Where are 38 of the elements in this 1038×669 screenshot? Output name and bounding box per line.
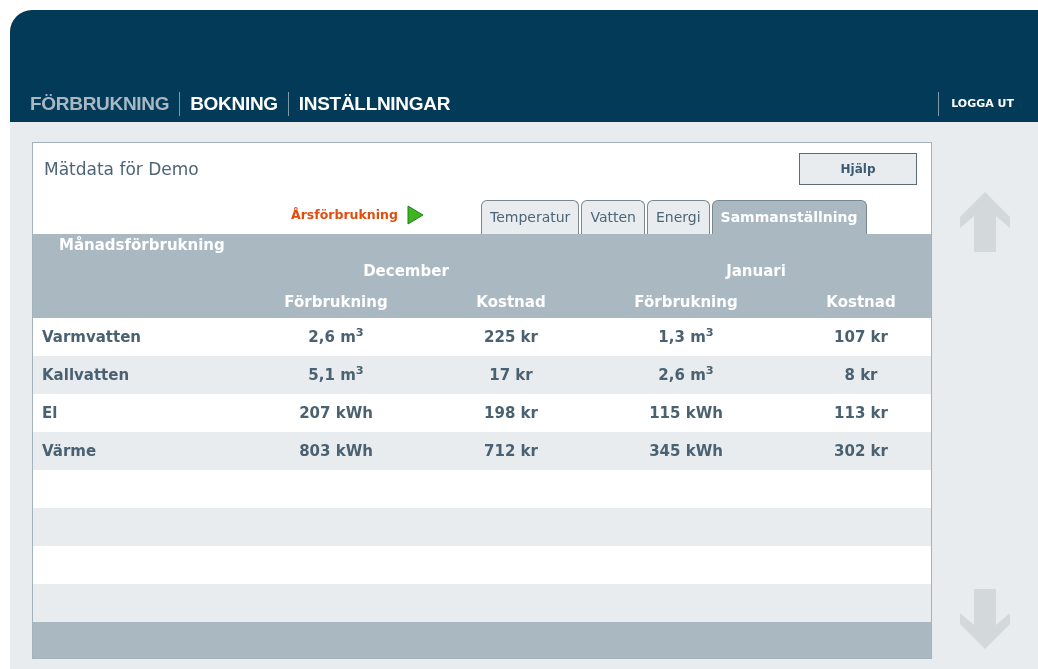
- column-header: Kostnad: [476, 292, 546, 314]
- table-cell: Varmvatten: [42, 327, 142, 346]
- tab[interactable]: Energi: [646, 200, 710, 234]
- column-header: Januari: [726, 261, 786, 283]
- table-cell: Värme: [42, 441, 97, 460]
- table-cell: Kallvatten: [42, 365, 130, 384]
- table-cell: 712 kr: [484, 441, 538, 460]
- table-cell: 8 kr: [844, 365, 878, 384]
- table-cell: 115 kWh: [649, 403, 723, 422]
- table-cell: 2,6 m$^{3}$: [308, 327, 364, 346]
- table-cell: 5,1 m$^{3}$: [308, 365, 364, 384]
- column-header: Förbrukning: [634, 292, 738, 314]
- table-cell: 207 kWh: [299, 403, 373, 422]
- nav-tab[interactable]: BOKNING: [179, 92, 288, 116]
- nav-tab[interactable]: INSTÄLLNINGAR: [287, 92, 461, 116]
- table-cell: 2,6 m$^{3}$: [658, 365, 714, 384]
- table-cell: 345 kWh: [649, 441, 723, 460]
- table-cell: 803 kWh: [299, 441, 373, 460]
- play-icon[interactable]: [405, 205, 424, 225]
- column-header: Förbrukning: [284, 292, 388, 314]
- help-button[interactable]: Hjälp: [799, 153, 917, 185]
- annual-consumption-link[interactable]: Årsförbrukning: [291, 205, 398, 225]
- panel-title: Mätdata för Demo: [44, 158, 199, 181]
- table-cell: 113 kr: [834, 403, 888, 422]
- table-cell: 17 kr: [489, 365, 533, 384]
- table-cell: 1,3 m$^{3}$: [658, 327, 714, 346]
- table-cell: 225 kr: [484, 327, 538, 346]
- tab[interactable]: Vatten: [581, 200, 645, 234]
- table-caption: Månadsförbrukning: [59, 236, 225, 254]
- logout-link[interactable]: LOGGA UT: [938, 91, 1038, 116]
- table-cell: 302 kr: [834, 441, 888, 460]
- column-header: December: [363, 261, 449, 283]
- tab[interactable]: Temperatur: [481, 200, 580, 234]
- column-header: Kostnad: [826, 292, 896, 314]
- table-cell: 107 kr: [834, 327, 888, 346]
- nav-tab[interactable]: FÖRBRUKNING: [30, 92, 180, 116]
- table-cell: El: [42, 403, 58, 422]
- table-cell: 198 kr: [484, 403, 538, 422]
